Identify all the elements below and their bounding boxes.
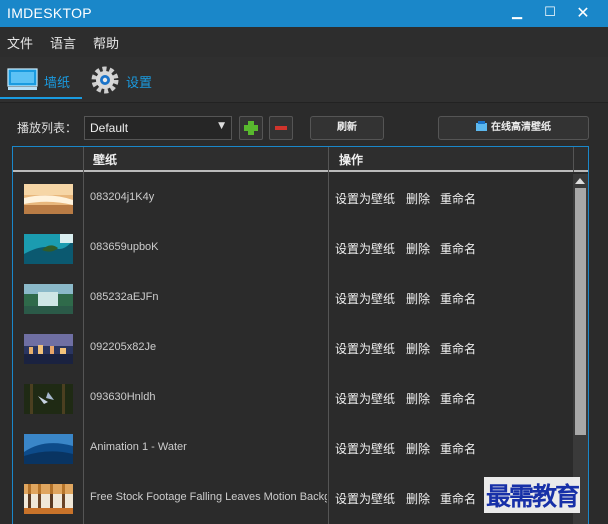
wallpaper-name: 085232aEJFn: [90, 291, 159, 303]
wallpaper-name: Animation 1 - Water: [90, 441, 187, 453]
tab-settings-label: 设置: [126, 76, 153, 91]
wallpaper-table: 壁纸 操作 083204j1K4y 设置为壁纸 删除 重命名 083659upb…: [12, 146, 589, 524]
remove-playlist-button[interactable]: [269, 116, 293, 140]
thumbnail-autumn-leaves: [24, 484, 73, 514]
rename-link[interactable]: 重命名: [440, 440, 476, 457]
wallpaper-name: Free Stock Footage Falling Leaves Motion…: [90, 491, 327, 503]
rename-link[interactable]: 重命名: [440, 240, 476, 257]
minimize-icon: ▁: [512, 5, 522, 20]
header-actions: 操作: [339, 153, 364, 167]
close-icon: ✕: [576, 3, 590, 22]
tab-settings[interactable]: 设置: [90, 65, 156, 95]
set-wallpaper-link[interactable]: 设置为壁纸: [335, 490, 395, 507]
table-row[interactable]: 085232aEJFn 设置为壁纸 删除 重命名: [13, 274, 573, 324]
tab-wallpaper-label: 墙纸: [44, 76, 71, 91]
active-tab-indicator: [0, 97, 82, 99]
delete-link[interactable]: 删除: [406, 490, 430, 507]
minimize-button[interactable]: ▁: [501, 0, 533, 27]
table-row[interactable]: Animation 1 - Water 设置为壁纸 删除 重命名: [13, 424, 573, 474]
maximize-icon: ☐: [544, 5, 556, 20]
thumbnail-aerial-coast: [24, 234, 73, 264]
thumbnail-beach: [24, 184, 73, 214]
wallpaper-name: 093630Hnldh: [90, 391, 156, 403]
rename-link[interactable]: 重命名: [440, 290, 476, 307]
refresh-label: 刷新: [337, 122, 357, 133]
set-wallpaper-link[interactable]: 设置为壁纸: [335, 390, 395, 407]
plus-icon: [244, 121, 258, 135]
app-title: IMDESKTOP: [7, 5, 92, 21]
delete-link[interactable]: 删除: [406, 440, 430, 457]
rename-link[interactable]: 重命名: [440, 190, 476, 207]
table-body: 083204j1K4y 设置为壁纸 删除 重命名 083659upboK 设置为…: [13, 174, 573, 524]
menu-bar: 文件 语言 帮助: [0, 27, 608, 57]
thumbnail-city-night: [24, 334, 73, 364]
set-wallpaper-link[interactable]: 设置为壁纸: [335, 290, 395, 307]
maximize-button[interactable]: ☐: [534, 0, 566, 27]
delete-link[interactable]: 删除: [406, 190, 430, 207]
set-wallpaper-link[interactable]: 设置为壁纸: [335, 240, 395, 257]
delete-link[interactable]: 删除: [406, 340, 430, 357]
add-playlist-button[interactable]: [239, 116, 263, 140]
title-bar: IMDESKTOP ▁ ☐ ✕: [0, 0, 608, 27]
thumbnail-water: [24, 434, 73, 464]
delete-link[interactable]: 删除: [406, 390, 430, 407]
tab-wallpaper[interactable]: 墙纸: [7, 65, 79, 95]
header-wallpaper: 壁纸: [93, 153, 118, 167]
rename-link[interactable]: 重命名: [440, 390, 476, 407]
download-icon: [476, 121, 487, 131]
tab-bar: 墙纸 设置: [0, 57, 608, 103]
menu-help[interactable]: 帮助: [93, 33, 119, 52]
chevron-down-icon: ▼: [218, 121, 225, 131]
column-divider: [573, 147, 574, 172]
set-wallpaper-link[interactable]: 设置为壁纸: [335, 190, 395, 207]
table-row[interactable]: 083659upboK 设置为壁纸 删除 重命名: [13, 224, 573, 274]
playlist-label: 播放列表：: [17, 121, 78, 135]
scroll-thumb[interactable]: [575, 188, 586, 435]
wallpaper-name: 083204j1K4y: [90, 191, 155, 203]
delete-link[interactable]: 删除: [406, 290, 430, 307]
menu-file[interactable]: 文件: [7, 33, 33, 52]
online-wallpaper-button[interactable]: 在线高清壁纸: [438, 116, 589, 140]
menu-language[interactable]: 语言: [50, 33, 76, 52]
watermark: 最需教育: [484, 477, 580, 513]
refresh-button[interactable]: 刷新: [310, 116, 384, 140]
close-button[interactable]: ✕: [567, 0, 599, 27]
rename-link[interactable]: 重命名: [440, 340, 476, 357]
gear-icon: [91, 66, 119, 94]
wallpaper-name: 092205x82Je: [90, 341, 157, 353]
set-wallpaper-link[interactable]: 设置为壁纸: [335, 440, 395, 457]
online-wallpaper-label: 在线高清壁纸: [491, 122, 551, 133]
scroll-up-arrow-icon[interactable]: [575, 178, 585, 184]
rename-link[interactable]: 重命名: [440, 490, 476, 507]
thumbnail-forest: [24, 384, 73, 414]
playlist-select[interactable]: Default ▼: [84, 116, 232, 140]
vertical-scrollbar[interactable]: [573, 174, 588, 524]
thumbnail-waterfall: [24, 284, 73, 314]
delete-link[interactable]: 删除: [406, 240, 430, 257]
table-row[interactable]: 092205x82Je 设置为壁纸 删除 重命名: [13, 324, 573, 374]
monitor-icon: [7, 68, 38, 90]
wallpaper-name: 083659upboK: [90, 241, 159, 253]
table-row[interactable]: 083204j1K4y 设置为壁纸 删除 重命名: [13, 174, 573, 224]
table-header: 壁纸 操作: [13, 147, 588, 172]
table-row[interactable]: 093630Hnldh 设置为壁纸 删除 重命名: [13, 374, 573, 424]
set-wallpaper-link[interactable]: 设置为壁纸: [335, 340, 395, 357]
playlist-value: Default: [90, 121, 129, 135]
minus-icon: [275, 126, 287, 130]
